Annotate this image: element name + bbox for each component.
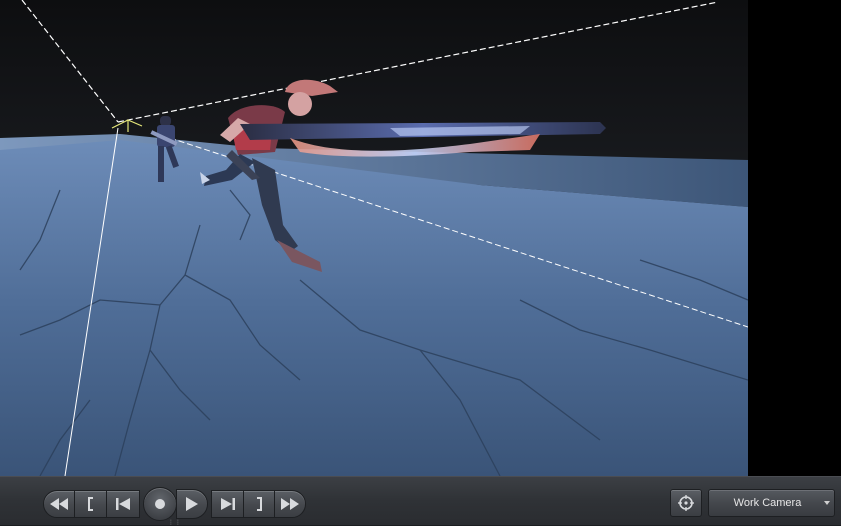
3d-viewport[interactable]	[0, 0, 841, 476]
rewind-button[interactable]	[43, 490, 75, 518]
mark-out-button[interactable]	[243, 490, 275, 518]
camera-select-value: Work Camera	[733, 497, 802, 509]
mark-in-bracket-icon	[87, 497, 93, 511]
step-forward-button[interactable]	[211, 490, 244, 518]
grip-dots-icon[interactable]: ⋮⋮	[168, 520, 182, 526]
play-icon	[186, 497, 198, 511]
mark-out-bracket-icon	[257, 497, 262, 511]
camera-select-dropdown[interactable]: Work Camera	[708, 489, 835, 517]
transport-bar: ⋮⋮ Work Camera	[0, 476, 841, 526]
viewport-side-gutter	[748, 0, 841, 476]
dropdown-arrow-icon	[824, 501, 830, 505]
record-button[interactable]	[143, 487, 177, 521]
play-button[interactable]	[176, 489, 208, 519]
fast-forward-button[interactable]	[274, 490, 306, 518]
rewind-icon	[50, 498, 68, 510]
skip-back-icon	[116, 498, 130, 510]
scene-render[interactable]	[0, 0, 748, 476]
crosshair-icon	[678, 495, 694, 511]
step-back-button[interactable]	[106, 490, 140, 518]
fast-forward-icon	[281, 498, 299, 510]
mark-in-button[interactable]	[74, 490, 107, 518]
scene-svg	[0, 0, 748, 476]
camera-target-button[interactable]	[670, 489, 702, 517]
record-dot-icon	[155, 499, 165, 509]
skip-forward-icon	[220, 498, 235, 510]
